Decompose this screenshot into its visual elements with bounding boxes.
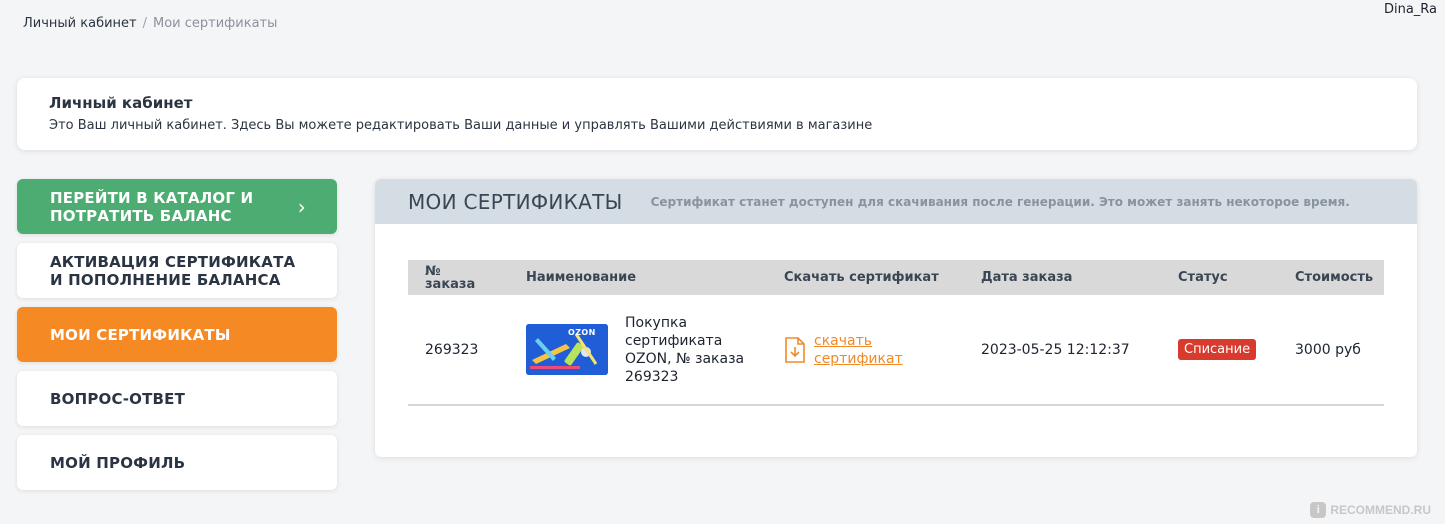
download-file-icon[interactable] (784, 336, 805, 363)
intro-card: Личный кабинет Это Ваш личный кабинет. З… (17, 78, 1417, 150)
breadcrumb-home-link[interactable]: Личный кабинет (23, 16, 137, 31)
panel-note: Сертификат станет доступен для скачивани… (650, 194, 1350, 209)
product-name: Покупка сертификата OZON, № заказа 26932… (625, 314, 745, 385)
table-row: 269323 OZON Покупка сертификата OZON, № … (408, 295, 1384, 406)
download-cell: скачать сертификат (784, 332, 963, 368)
sidebar-item-faq-label: ВОПРОС-ОТВЕТ (50, 389, 186, 408)
header-price: Стоимость (1295, 270, 1374, 285)
ozon-logo: OZON (568, 328, 596, 337)
certificates-panel: МОИ СЕРТИФИКАТЫ Сертификат станет доступ… (375, 179, 1417, 457)
sidebar-item-catalog-line1: ПЕРЕЙТИ В КАТАЛОГ И (50, 188, 254, 207)
header-download: Скачать сертификат (784, 270, 939, 285)
sidebar-item-my-certificates-label: МОИ СЕРТИФИКАТЫ (50, 325, 231, 344)
breadcrumb-separator: / (142, 16, 147, 31)
sidebar-item-activation[interactable]: АКТИВАЦИЯ СЕРТИФИКАТА И ПОПОЛНЕНИЕ БАЛАН… (17, 243, 337, 298)
panel-header: МОИ СЕРТИФИКАТЫ Сертификат станет доступ… (375, 179, 1417, 224)
sidebar-item-catalog-label: ПЕРЕЙТИ В КАТАЛОГ И ПОТРАТИТЬ БАЛАНС (50, 189, 253, 225)
certificates-table: № заказа Наименование Скачать сертификат… (408, 260, 1384, 406)
chevron-right-icon: › (297, 194, 306, 219)
sidebar-item-activation-line1: АКТИВАЦИЯ СЕРТИФИКАТА (50, 252, 296, 271)
header-order-no-line2: заказа (425, 276, 476, 292)
order-number: 269323 (425, 341, 479, 358)
header-status: Статус (1178, 270, 1228, 285)
watermark-text: RECOMMEND.RU (1330, 503, 1431, 517)
status-badge: Списание (1178, 339, 1257, 360)
watermark: i RECOMMEND.RU (1310, 502, 1431, 518)
table-header: № заказа Наименование Скачать сертификат… (408, 260, 1384, 295)
product-cell: OZON Покупка сертификата OZON, № заказа … (526, 314, 766, 386)
download-certificate-link[interactable]: скачать сертификат (814, 332, 903, 368)
panel-title: МОИ СЕРТИФИКАТЫ (408, 189, 623, 214)
download-link-line2: сертификат (814, 350, 903, 367)
order-price: 3000 руб (1295, 341, 1361, 358)
sidebar-item-activation-label: АКТИВАЦИЯ СЕРТИФИКАТА И ПОПОЛНЕНИЕ БАЛАН… (50, 253, 295, 289)
sidebar-item-profile-label: МОЙ ПРОФИЛЬ (50, 453, 186, 472)
ozon-card-image: OZON (526, 324, 608, 375)
intro-title: Личный кабинет (49, 94, 193, 112)
download-link-line1: скачать (814, 332, 872, 349)
sidebar-item-my-certificates[interactable]: МОИ СЕРТИФИКАТЫ (17, 307, 337, 362)
header-order-no: № заказа (408, 265, 508, 291)
breadcrumb: Личный кабинет / Мои сертификаты (23, 16, 277, 31)
breadcrumb-current: Мои сертификаты (153, 16, 278, 31)
intro-description: Это Ваш личный кабинет. Здесь Вы можете … (49, 118, 873, 133)
sidebar-item-activation-line2: И ПОПОЛНЕНИЕ БАЛАНСА (50, 270, 281, 289)
sidebar-item-catalog-line2: ПОТРАТИТЬ БАЛАНС (50, 206, 232, 225)
header-date: Дата заказа (981, 270, 1073, 285)
sidebar-item-faq[interactable]: ВОПРОС-ОТВЕТ (17, 371, 337, 426)
header-name: Наименование (526, 270, 637, 285)
order-date: 2023-05-25 12:12:37 (981, 341, 1130, 358)
sidebar-item-catalog[interactable]: ПЕРЕЙТИ В КАТАЛОГ И ПОТРАТИТЬ БАЛАНС › (17, 179, 337, 234)
sidebar-item-profile[interactable]: МОЙ ПРОФИЛЬ (17, 435, 337, 490)
user-name[interactable]: Dina_Ra (1384, 2, 1437, 17)
watermark-icon: i (1310, 502, 1327, 518)
